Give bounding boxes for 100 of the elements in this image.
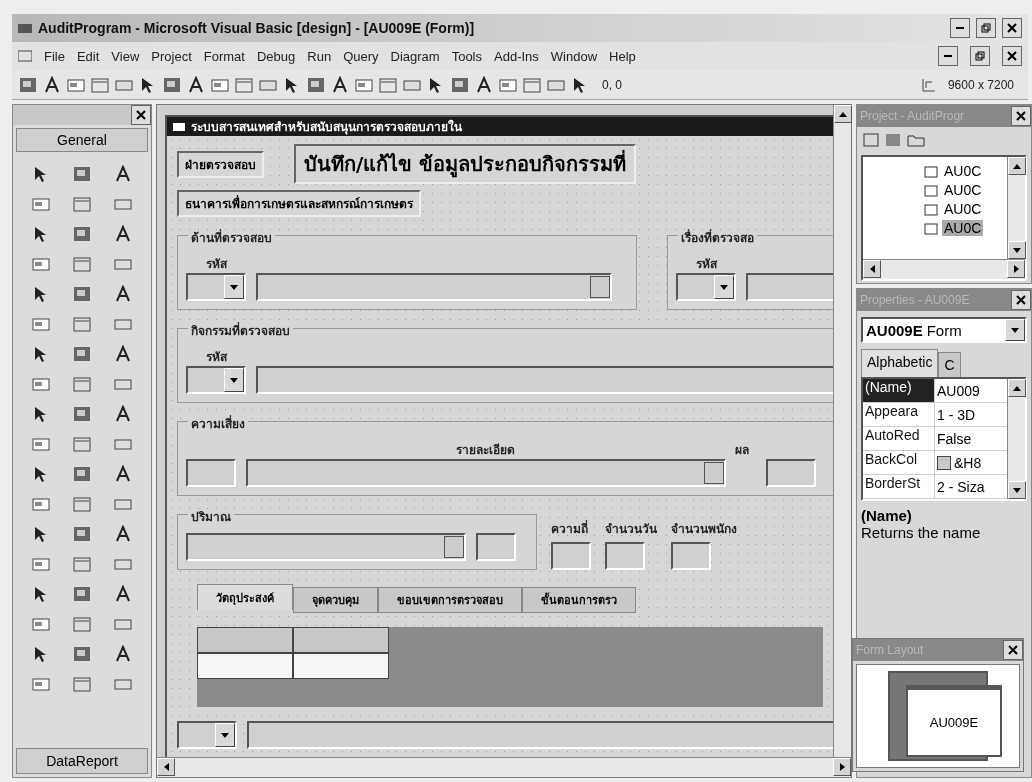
property-name[interactable]: AutoRed	[863, 427, 935, 450]
menu-item[interactable]: Format	[203, 48, 245, 64]
text-field[interactable]	[256, 366, 833, 394]
caret-right-icon	[1013, 265, 1019, 273]
form-tab[interactable]: ขอบเขตการตรวจสอบ	[378, 587, 522, 613]
app-icon	[18, 22, 32, 34]
field-label: จำนวนพนักง	[671, 521, 737, 538]
text-field[interactable]	[476, 533, 516, 561]
property-name[interactable]: (Name)	[863, 379, 935, 402]
picture-icon	[72, 345, 92, 363]
textbox-icon	[31, 675, 52, 693]
text-field[interactable]	[247, 721, 833, 749]
text-field[interactable]	[256, 273, 612, 301]
caret-up-icon	[839, 111, 847, 117]
text-field[interactable]	[186, 533, 466, 561]
frame-icon	[90, 75, 110, 94]
textbox-icon	[31, 315, 52, 333]
menu-item[interactable]: Add-Ins	[494, 48, 539, 64]
text-field[interactable]	[551, 542, 591, 570]
tree-item[interactable]: AU0C	[942, 201, 984, 217]
tree-item[interactable]: AU0C	[942, 220, 984, 236]
menu-item[interactable]: Diagram	[390, 48, 440, 64]
menu-item[interactable]: File	[44, 48, 65, 64]
textbox-icon	[31, 435, 52, 453]
close-button[interactable]	[131, 105, 151, 125]
size-icon	[921, 77, 936, 92]
horizontal-scrollbar[interactable]	[863, 259, 1025, 279]
minimize-button[interactable]	[950, 18, 970, 38]
text-field[interactable]	[746, 273, 833, 301]
close-button[interactable]	[1003, 640, 1023, 660]
text-field[interactable]	[605, 542, 645, 570]
restore-icon	[981, 23, 991, 33]
vertical-scrollbar[interactable]	[1007, 157, 1025, 259]
code-combo[interactable]	[676, 273, 736, 301]
menu-item[interactable]: Run	[307, 48, 332, 64]
code-combo[interactable]	[186, 273, 246, 301]
menu-item[interactable]: View	[111, 48, 140, 64]
department-label: ฝ่ายตรวจสอบ	[177, 150, 264, 178]
tree-item[interactable]: AU0C	[942, 182, 984, 198]
property-name[interactable]: Appeara	[863, 403, 935, 426]
menu-item[interactable]: Project	[151, 48, 192, 64]
spin-icon	[444, 536, 464, 558]
frame-icon	[72, 555, 92, 573]
frame-icon	[72, 195, 92, 213]
restore-button[interactable]	[970, 46, 990, 66]
property-value[interactable]: 1 - 3D	[935, 403, 1007, 426]
frame-icon	[522, 75, 542, 94]
code-combo[interactable]	[177, 721, 237, 749]
toolbox-tab[interactable]: DataReport	[16, 748, 148, 774]
vertical-scrollbar[interactable]	[833, 105, 851, 757]
form-tab[interactable]: วัตถุประสงค์	[197, 584, 293, 610]
frame-icon	[72, 375, 92, 393]
property-name[interactable]: BackCol	[863, 451, 935, 474]
label-icon	[474, 75, 494, 94]
close-button[interactable]	[1002, 18, 1022, 38]
code-combo[interactable]	[186, 366, 246, 394]
spin-icon	[704, 462, 724, 484]
object-combo[interactable]: AU009E Form	[861, 317, 1027, 343]
property-name[interactable]: BorderSt	[863, 475, 935, 498]
field-label: รหัส	[696, 256, 719, 273]
property-value[interactable]: &H8	[935, 451, 1007, 474]
close-button[interactable]	[1011, 106, 1031, 126]
menu-item[interactable]: Query	[343, 48, 379, 64]
field-label: รหัส	[206, 256, 229, 273]
picture-icon	[162, 75, 182, 94]
caret-up-icon	[1013, 163, 1021, 169]
caret-up-icon	[1013, 385, 1021, 391]
horizontal-scrollbar[interactable]	[157, 757, 851, 777]
properties-tab[interactable]: C	[938, 352, 961, 377]
picture-icon	[72, 405, 92, 423]
caret-right-icon	[839, 763, 845, 771]
menu-item[interactable]: Tools	[451, 48, 482, 64]
close-button[interactable]	[1011, 290, 1031, 310]
textbox-icon	[31, 495, 52, 513]
minimize-button[interactable]	[938, 46, 958, 66]
tree-item[interactable]: AU0C	[942, 163, 984, 179]
menu-item[interactable]: Window	[550, 48, 598, 64]
menu-item[interactable]: Help	[609, 48, 636, 64]
toolbox-tab[interactable]: General	[16, 128, 148, 152]
form-tab[interactable]: ขั้นตอนการตรว	[522, 587, 636, 613]
field-label: รหัส	[206, 349, 229, 366]
text-field[interactable]	[766, 459, 816, 487]
property-value[interactable]: False	[935, 427, 1007, 450]
vertical-scrollbar[interactable]	[1007, 379, 1025, 499]
text-field[interactable]	[186, 459, 236, 487]
restore-button[interactable]	[976, 18, 996, 38]
property-value[interactable]: AU009	[935, 379, 1007, 402]
text-field[interactable]	[671, 542, 711, 570]
form-icon	[923, 164, 939, 178]
close-icon	[1016, 295, 1026, 305]
property-value[interactable]: 2 - Siza	[935, 475, 1007, 498]
menu-item[interactable]: Edit	[76, 48, 100, 64]
picture-icon	[72, 465, 92, 483]
close-button[interactable]	[1002, 46, 1022, 66]
form-preview[interactable]: AU009E	[906, 685, 1002, 757]
menu-item[interactable]: Debug	[256, 48, 296, 64]
properties-tab[interactable]: Alphabetic	[861, 349, 939, 377]
close-icon	[1016, 111, 1026, 121]
text-field[interactable]	[246, 459, 726, 487]
form-tab[interactable]: จุดควบคุม	[293, 587, 378, 613]
